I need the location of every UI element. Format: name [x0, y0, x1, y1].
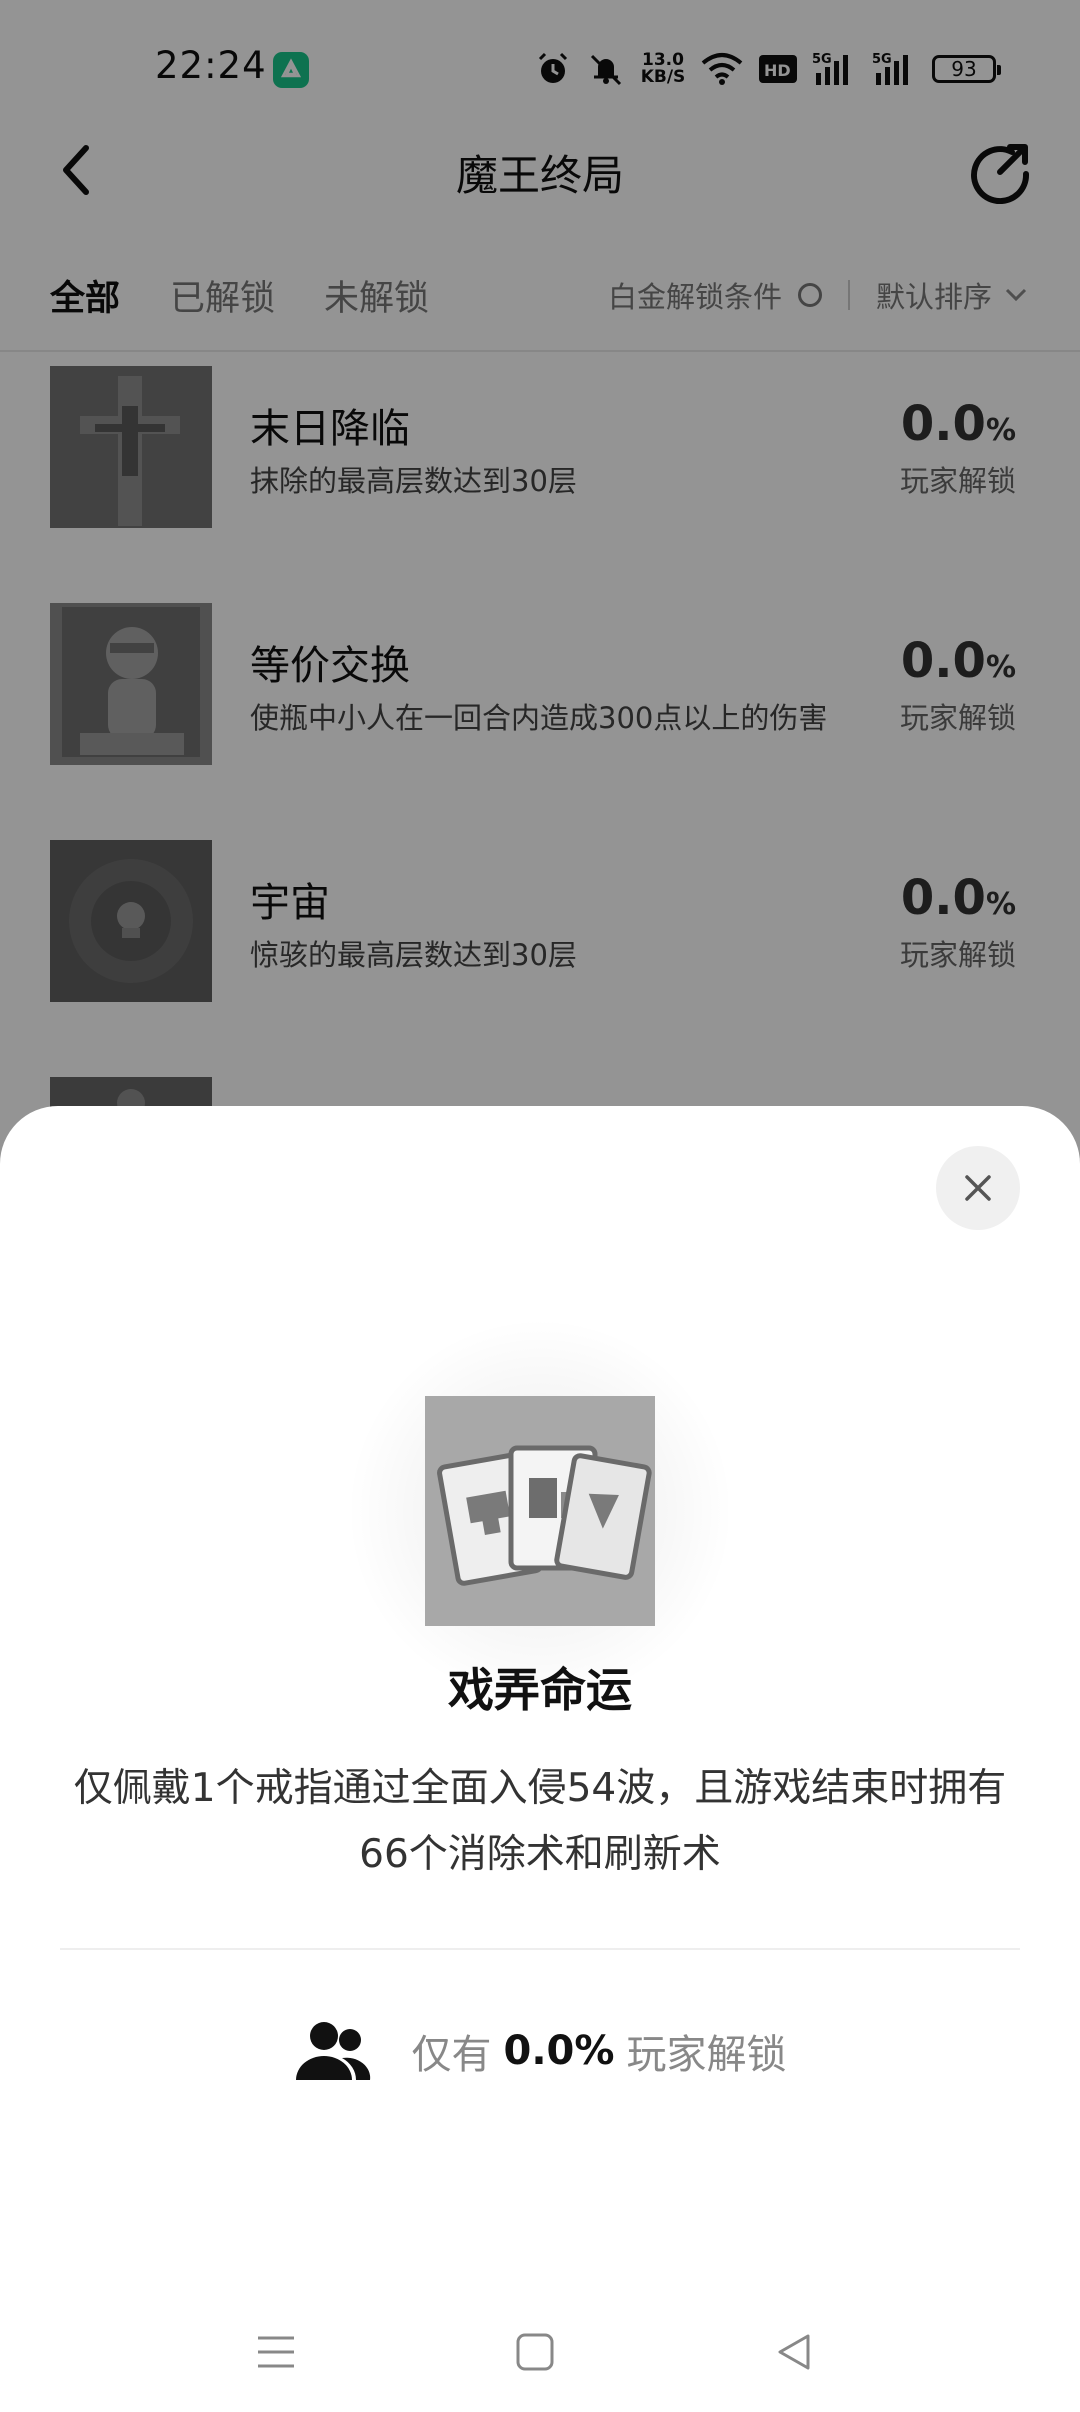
menu-icon — [258, 2336, 294, 2368]
stat-value: 0.0% — [503, 2028, 615, 2074]
close-icon — [965, 1175, 991, 1201]
nav-back-button[interactable] — [766, 2324, 822, 2380]
sheet-divider — [60, 1948, 1020, 1950]
close-button[interactable] — [936, 1146, 1020, 1230]
system-nav-bar — [0, 2302, 1080, 2412]
achievement-badge-image — [425, 1396, 655, 1626]
stat-suffix: 玩家解锁 — [626, 2032, 787, 2078]
sheet-achievement-desc: 仅佩戴1个戒指通过全面入侵54波，且游戏结束时拥有66个消除术和刷新术 — [73, 1766, 1007, 1877]
screen: 22:24 13.0 KB/S HD 5G 5G 93 魔王终局 全部 已解锁 … — [0, 0, 1080, 2412]
badge-glow — [345, 1316, 735, 1706]
people-icon — [295, 2022, 370, 2080]
stat-prefix: 仅有 — [411, 2032, 492, 2078]
home-icon — [516, 2333, 554, 2371]
unlock-stat-row: 仅有 0.0% 玩家解锁 — [0, 2018, 1080, 2084]
recent-apps-button[interactable] — [248, 2324, 304, 2380]
back-triangle-icon — [778, 2334, 810, 2370]
sheet-achievement-title: 戏弄命运 — [448, 1663, 632, 1717]
home-button[interactable] — [507, 2324, 563, 2380]
achievement-detail-sheet: 戏弄命运 仅佩戴1个戒指通过全面入侵54波，且游戏结束时拥有66个消除术和刷新术… — [0, 1106, 1080, 2412]
